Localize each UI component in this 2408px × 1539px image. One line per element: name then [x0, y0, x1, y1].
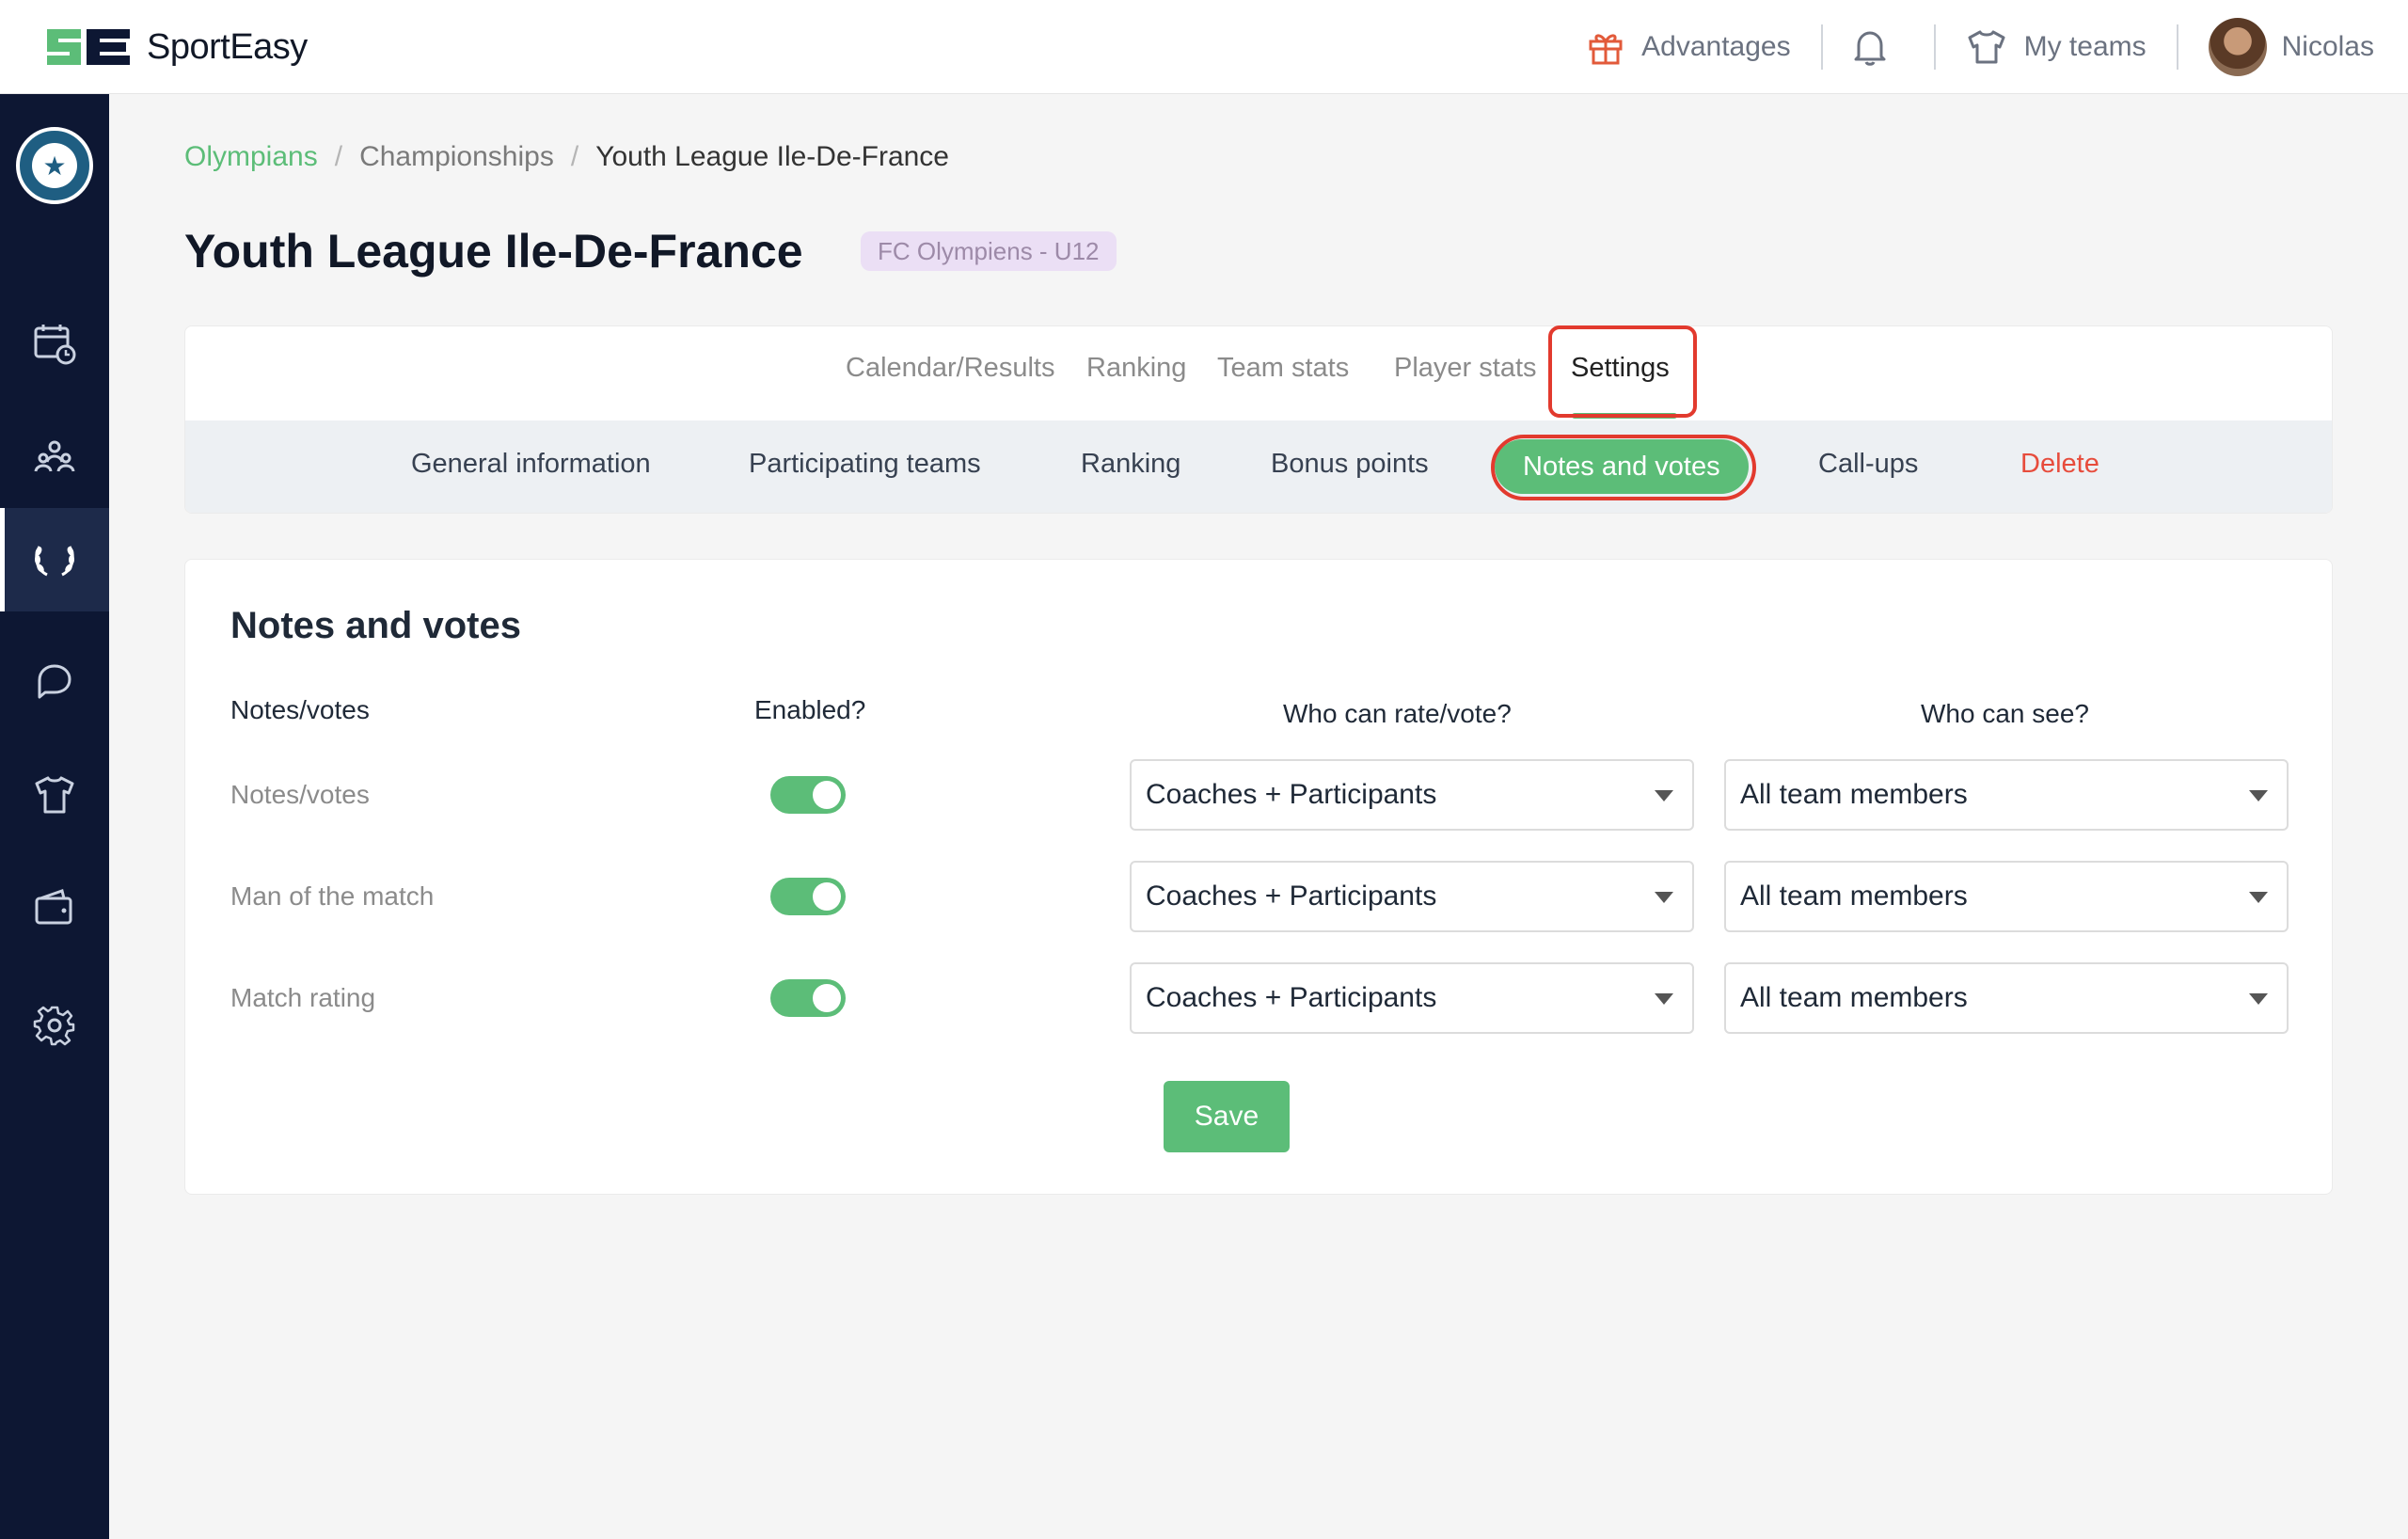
- dropdown-caret-icon: [1655, 993, 1673, 1005]
- main-tabs: Calendar/Results Ranking Team stats Play…: [185, 326, 2332, 420]
- subtab-bonus-points[interactable]: Bonus points: [1271, 449, 1429, 480]
- who-see-value: All team members: [1740, 982, 1968, 1013]
- sidebar-item-jersey[interactable]: [0, 743, 109, 847]
- column-header-type: Notes/votes: [230, 695, 370, 724]
- bell-icon: [1854, 31, 1886, 66]
- row-label-notes-votes: Notes/votes: [230, 780, 370, 809]
- page-title: Youth League Ile-De-France: [184, 225, 803, 278]
- tab-ranking[interactable]: Ranking: [1086, 353, 1186, 384]
- team-badge: FC Olympiens - U12: [861, 231, 1117, 271]
- who-see-value: All team members: [1740, 779, 1968, 810]
- team-logo[interactable]: ★: [16, 127, 93, 204]
- active-tab-indicator: [1572, 413, 1677, 419]
- notifications-button[interactable]: [1823, 24, 1934, 71]
- chat-icon: [38, 664, 71, 699]
- subtab-ranking[interactable]: Ranking: [1081, 449, 1180, 480]
- save-button[interactable]: Save: [1164, 1081, 1290, 1152]
- who-rate-value: Coaches + Participants: [1146, 779, 1437, 810]
- tab-calendar-results[interactable]: Calendar/Results: [846, 353, 1054, 384]
- my-teams-label: My teams: [2023, 31, 2147, 62]
- subtab-notes-and-votes[interactable]: Notes and votes: [1495, 439, 1749, 494]
- breadcrumb: Olympians / Championships / Youth League…: [184, 141, 949, 173]
- dropdown-caret-icon: [2249, 790, 2268, 801]
- user-name: Nicolas: [2281, 31, 2374, 62]
- breadcrumb-item-current: Youth League Ile-De-France: [595, 141, 949, 172]
- settings-icon: [33, 1006, 75, 1046]
- sidebar: ★: [0, 94, 109, 1539]
- enabled-toggle[interactable]: [770, 979, 846, 1017]
- who-rate-select[interactable]: Coaches + Participants: [1130, 962, 1694, 1034]
- subtab-delete[interactable]: Delete: [2020, 449, 2099, 480]
- sidebar-item-settings[interactable]: [0, 974, 109, 1077]
- enabled-toggle[interactable]: [770, 878, 846, 915]
- tab-player-stats[interactable]: Player stats: [1394, 353, 1537, 384]
- who-see-select[interactable]: All team members: [1724, 759, 2289, 831]
- row-label-match-rating: Match rating: [230, 983, 376, 1012]
- app-name: SportEasy: [147, 26, 308, 67]
- dropdown-caret-icon: [2249, 892, 2268, 903]
- my-teams-link[interactable]: My teams: [1936, 24, 2177, 71]
- jersey-icon: [1968, 30, 2005, 64]
- user-menu[interactable]: Nicolas: [2178, 18, 2374, 76]
- who-see-select[interactable]: All team members: [1724, 861, 2289, 932]
- advantages-link[interactable]: Advantages: [1557, 24, 1820, 71]
- dropdown-caret-icon: [2249, 993, 2268, 1005]
- who-rate-select[interactable]: Coaches + Participants: [1130, 759, 1694, 831]
- gift-icon: [1589, 34, 1623, 65]
- sidebar-item-members[interactable]: [0, 405, 109, 508]
- wallet-icon: [35, 889, 72, 925]
- who-see-value: All team members: [1740, 881, 1968, 912]
- laurel-icon: [35, 546, 74, 577]
- star-icon: ★: [32, 143, 77, 188]
- column-header-who-rate: Who can rate/vote?: [1283, 699, 1512, 728]
- dropdown-caret-icon: [1655, 790, 1673, 801]
- who-rate-value: Coaches + Participants: [1146, 982, 1437, 1013]
- jersey-icon: [35, 776, 74, 814]
- subtab-call-ups[interactable]: Call-ups: [1818, 449, 1918, 480]
- tabs-card: Calendar/Results Ranking Team stats Play…: [184, 325, 2333, 514]
- breadcrumb-separator: /: [334, 141, 343, 172]
- subtab-participating-teams[interactable]: Participating teams: [749, 449, 981, 480]
- calendar-icon: [34, 325, 76, 365]
- subtab-general-information[interactable]: General information: [411, 449, 651, 480]
- sidebar-item-wallet[interactable]: [0, 856, 109, 960]
- avatar: [2208, 18, 2267, 76]
- card-title: Notes and votes: [230, 605, 521, 646]
- column-header-who-see: Who can see?: [1921, 699, 2089, 728]
- who-rate-value: Coaches + Participants: [1146, 881, 1437, 912]
- enabled-toggle[interactable]: [770, 776, 846, 814]
- sporteasy-logo-icon: [47, 29, 130, 65]
- tab-team-stats[interactable]: Team stats: [1217, 353, 1349, 384]
- settings-subtabs: General information Participating teams …: [185, 420, 2332, 513]
- sidebar-item-chat[interactable]: [0, 630, 109, 734]
- members-icon: [34, 440, 75, 472]
- sidebar-item-calendar[interactable]: [0, 292, 109, 395]
- notes-votes-card: Notes and votes Notes/votes Enabled? Who…: [184, 559, 2333, 1195]
- breadcrumb-separator: /: [570, 141, 579, 172]
- who-rate-select[interactable]: Coaches + Participants: [1130, 861, 1694, 932]
- breadcrumb-item-olympians[interactable]: Olympians: [184, 141, 318, 173]
- advantages-label: Advantages: [1641, 31, 1791, 62]
- top-nav: Advantages My teams Nicolas: [1557, 0, 2374, 94]
- tab-settings[interactable]: Settings: [1571, 353, 1670, 384]
- who-see-select[interactable]: All team members: [1724, 962, 2289, 1034]
- dropdown-caret-icon: [1655, 892, 1673, 903]
- column-header-enabled: Enabled?: [754, 695, 866, 724]
- breadcrumb-item-championships[interactable]: Championships: [359, 141, 554, 173]
- sidebar-item-championships[interactable]: [0, 508, 109, 611]
- top-bar: SportEasy Advantages My teams Nicolas: [0, 0, 2408, 94]
- row-label-man-of-the-match: Man of the match: [230, 881, 435, 911]
- sporteasy-logo[interactable]: SportEasy: [43, 23, 308, 71]
